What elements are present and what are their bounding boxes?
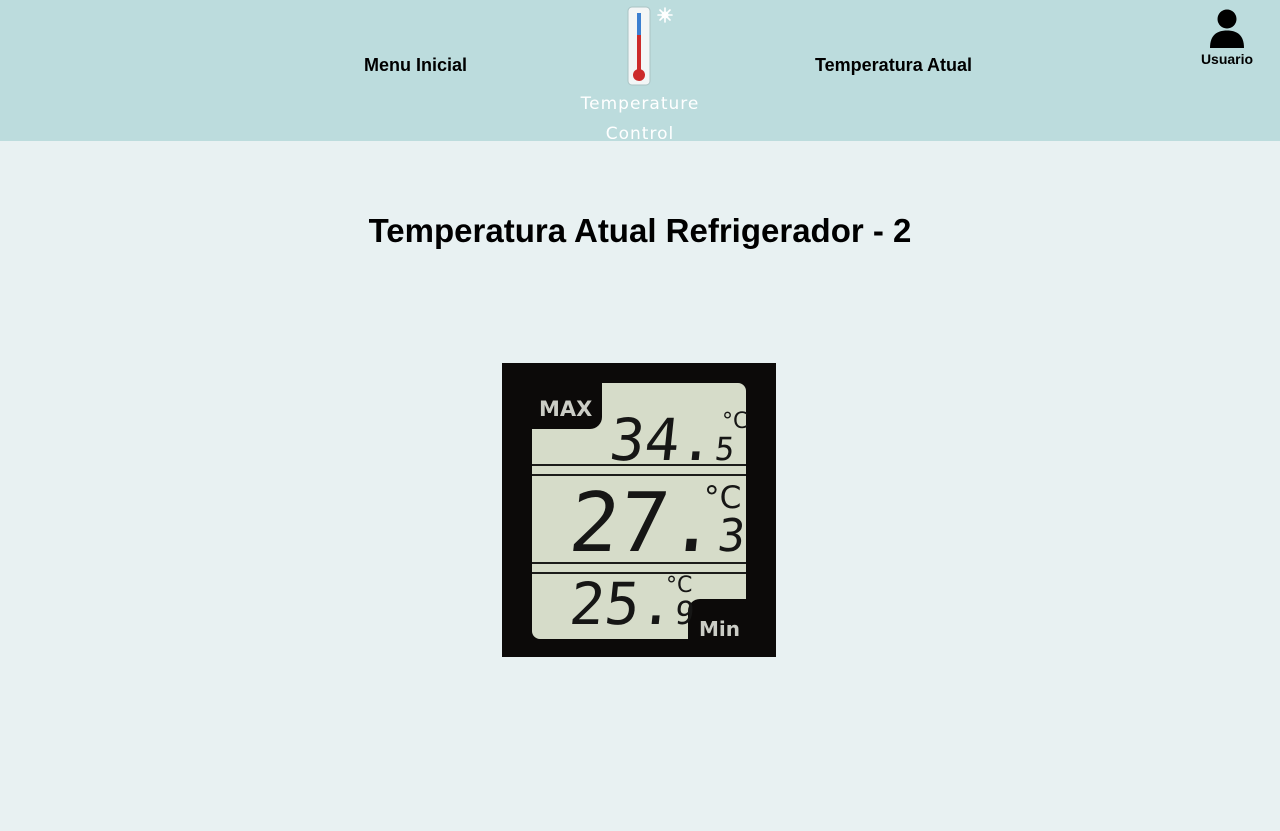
user-menu[interactable]: Usuario <box>1192 8 1262 67</box>
logo-text-line2: Control <box>605 124 675 144</box>
divider-top <box>532 464 746 466</box>
min-unit-label: °C <box>666 573 693 598</box>
divider-bottom <box>532 562 746 564</box>
user-label: Usuario <box>1200 51 1254 67</box>
top-navigation-bar: Menu Inicial Temperature Control Tempera… <box>0 0 1280 144</box>
app-logo[interactable]: Temperature Control <box>570 5 710 144</box>
current-temperature-integer: 27. <box>565 476 724 571</box>
current-temperature-reading: 27.3 °C <box>565 476 749 571</box>
current-temperature-decimal: 3 <box>715 509 749 562</box>
current-unit-label: °C <box>704 480 742 516</box>
nav-temperatura-atual[interactable]: Temperatura Atual <box>815 55 972 76</box>
max-label: MAX <box>539 397 593 421</box>
nav-menu-inicial[interactable]: Menu Inicial <box>364 55 467 76</box>
max-temperature-decimal: 5 <box>712 430 737 468</box>
max-temperature-integer: 34. <box>606 406 719 474</box>
min-temperature-decimal: 9 <box>672 594 697 632</box>
max-temperature-reading: 34.5 °C <box>606 406 748 474</box>
logo-text: Temperature Control <box>570 89 710 149</box>
min-temperature-integer: 25. <box>566 570 679 638</box>
min-label: Min <box>699 617 740 641</box>
page-title: Temperatura Atual Refrigerador - 2 <box>368 212 912 249</box>
thermometer-snowflake-icon <box>627 6 673 86</box>
user-icon <box>1210 9 1244 48</box>
max-unit-label: °C <box>722 409 749 434</box>
min-temperature-reading: 25.9 °C <box>566 570 697 638</box>
logo-text-line1: Temperature <box>580 94 700 114</box>
digital-thermometer-display: MAX 34.5 °C 27.3 °C 25.9 °C Min <box>502 363 776 657</box>
